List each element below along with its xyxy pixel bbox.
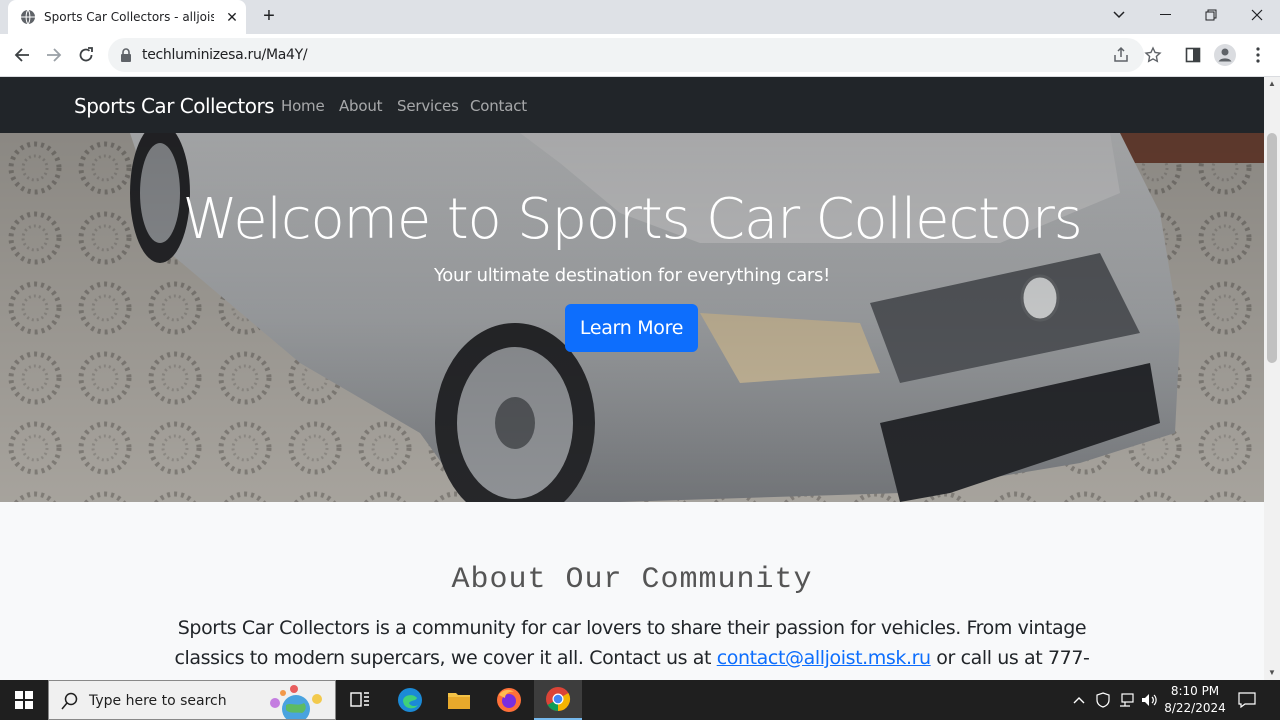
- close-window-button[interactable]: [1234, 0, 1280, 30]
- site-navbar: Sports Car Collectors Home About Service…: [0, 77, 1264, 133]
- shield-icon: [1096, 692, 1110, 708]
- about-title: About Our Community: [451, 563, 813, 597]
- new-tab-button[interactable]: +: [258, 6, 280, 28]
- tray-volume[interactable]: [1141, 691, 1159, 709]
- search-icon: [61, 692, 78, 710]
- edge-icon: [398, 688, 422, 712]
- hero-title: Welcome to Sports Car Collectors: [182, 187, 1082, 252]
- browser-toolbar: techluminizesa.ru/Ma4Y/: [0, 34, 1280, 77]
- search-highlight-globe-icon: [270, 685, 322, 719]
- minimize-icon: [1159, 14, 1171, 15]
- url-text[interactable]: techluminizesa.ru/Ma4Y/: [142, 47, 308, 63]
- page-viewport: Sports Car Collectors Home About Service…: [0, 77, 1264, 680]
- nav-link-contact[interactable]: Contact: [470, 97, 527, 115]
- tray-defender[interactable]: [1094, 691, 1112, 709]
- scroll-up-icon[interactable]: ▲: [1264, 77, 1280, 91]
- close-icon: [1251, 9, 1263, 21]
- folder-icon: [448, 693, 470, 709]
- taskbar-firefox[interactable]: [485, 680, 533, 720]
- firefox-icon: [497, 688, 521, 712]
- reload-button[interactable]: [73, 42, 99, 68]
- browser-tab[interactable]: Sports Car Collectors - alljoist.m ✕: [8, 0, 246, 34]
- chevron-down-icon: [1113, 11, 1125, 19]
- lock-icon[interactable]: [120, 48, 132, 62]
- clock-date: 8/22/2024: [1164, 701, 1226, 715]
- tab-close-icon[interactable]: ✕: [224, 9, 240, 25]
- start-button[interactable]: [0, 680, 48, 720]
- restore-button[interactable]: [1188, 0, 1234, 30]
- tray-network[interactable]: [1118, 691, 1136, 709]
- speaker-icon: [1142, 694, 1157, 706]
- chrome-menu-button[interactable]: [1245, 42, 1271, 68]
- hero-subtitle: Your ultimate destination for everything…: [433, 265, 831, 286]
- globe-icon: [21, 9, 35, 25]
- hero-section: Welcome to Sports Car Collectors Your ul…: [0, 133, 1264, 502]
- taskbar-chrome[interactable]: [534, 680, 582, 720]
- arrow-left-icon: [14, 48, 29, 62]
- scroll-thumb[interactable]: [1267, 133, 1277, 363]
- forward-button[interactable]: [41, 42, 67, 68]
- nav-link-about[interactable]: About: [339, 97, 383, 115]
- tray-overflow-button[interactable]: [1070, 691, 1088, 709]
- profile-button[interactable]: [1212, 42, 1238, 68]
- tab-search-button[interactable]: [1096, 0, 1142, 30]
- network-icon: [1120, 693, 1134, 707]
- share-icon[interactable]: [1112, 46, 1130, 64]
- taskbar-file-explorer[interactable]: [435, 680, 483, 720]
- side-panel-button[interactable]: [1180, 42, 1206, 68]
- scroll-down-icon[interactable]: ▼: [1264, 666, 1280, 680]
- nav-link-home[interactable]: Home: [281, 97, 325, 115]
- tray-clock[interactable]: 8:10 PM 8/22/2024: [1160, 683, 1230, 717]
- chevron-up-icon: [1073, 697, 1085, 704]
- site-brand[interactable]: Sports Car Collectors: [74, 94, 275, 118]
- windows-taskbar: Type here to search 8:10 PM 8/22/2024: [0, 680, 1280, 720]
- chrome-icon: [546, 687, 571, 711]
- star-icon[interactable]: [1144, 46, 1162, 64]
- contact-email-link[interactable]: contact@alljoist.msk.ru: [717, 647, 931, 669]
- minimize-button[interactable]: [1142, 0, 1188, 30]
- reload-icon: [79, 47, 93, 62]
- tab-title: Sports Car Collectors - alljoist.m: [44, 10, 214, 24]
- search-placeholder: Type here to search: [89, 693, 227, 709]
- page-scrollbar[interactable]: ▲ ▼: [1264, 77, 1280, 680]
- avatar-icon: [1214, 44, 1236, 66]
- back-button[interactable]: [9, 42, 35, 68]
- notification-icon: [1238, 692, 1256, 708]
- notification-center-button[interactable]: [1238, 691, 1256, 709]
- browser-tab-strip: Sports Car Collectors - alljoist.m ✕ +: [0, 0, 1280, 34]
- about-text: Sports Car Collectors is a community for…: [170, 613, 1094, 680]
- more-vert-icon: [1256, 47, 1260, 63]
- learn-more-button[interactable]: Learn More: [565, 304, 698, 352]
- task-view-button[interactable]: [336, 680, 384, 720]
- clock-time: 8:10 PM: [1170, 684, 1220, 698]
- task-view-icon: [350, 692, 369, 707]
- nav-link-services[interactable]: Services: [397, 97, 459, 115]
- address-bar[interactable]: techluminizesa.ru/Ma4Y/: [108, 38, 1162, 72]
- side-panel-icon: [1185, 47, 1201, 63]
- restore-icon: [1205, 9, 1217, 21]
- taskbar-search-box[interactable]: Type here to search: [48, 680, 336, 720]
- windows-logo-icon: [15, 691, 33, 709]
- taskbar-edge[interactable]: [386, 680, 434, 720]
- arrow-right-icon: [47, 48, 62, 62]
